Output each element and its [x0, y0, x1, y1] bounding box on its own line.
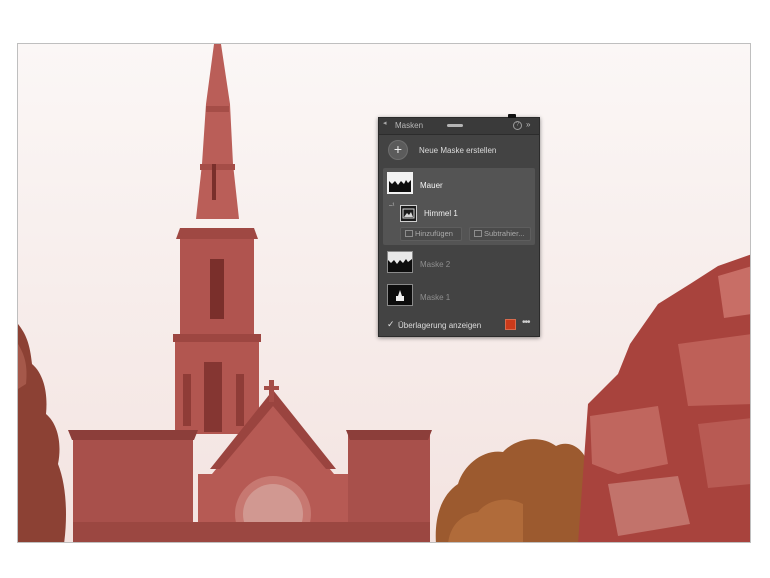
mask-row-maske-2[interactable]: Maske 2 — [383, 248, 535, 278]
add-to-mask-button[interactable]: Hinzufügen — [400, 227, 462, 241]
mask-component-thumbnail[interactable] — [400, 205, 417, 222]
overlay-toggle-row: ✓ Überlagerung anzeigen ••• — [379, 316, 539, 334]
overlay-checkbox[interactable]: ✓ — [387, 319, 395, 330]
add-mask-icon — [405, 230, 413, 237]
panel-title: Masken — [395, 121, 424, 130]
mask-preview-image — [388, 252, 412, 272]
mask-thumbnail[interactable] — [387, 251, 413, 273]
mask-component-label[interactable]: Himmel 1 — [424, 209, 458, 218]
more-options-icon[interactable]: ••• — [522, 317, 530, 328]
question-circle-icon[interactable]: ? — [513, 121, 522, 130]
add-to-mask-label: Hinzufügen — [415, 229, 453, 238]
overlay-label[interactable]: Überlagerung anzeigen — [398, 321, 481, 330]
drag-handle[interactable] — [447, 124, 463, 127]
subtract-mask-icon — [474, 230, 482, 237]
subtract-mode-icon: –¹ — [389, 203, 395, 209]
mask-preview-image — [389, 174, 411, 192]
subtract-from-mask-label: Subtrahier... — [484, 229, 525, 238]
mask-thumbnail[interactable] — [387, 284, 413, 306]
mask-row-maske-1[interactable]: Maske 1 — [383, 281, 535, 311]
mask-name-label[interactable]: Maske 1 — [420, 293, 450, 302]
mask-preview-image — [388, 285, 412, 305]
mask-group-mauer[interactable]: Mauer –¹ Himmel 1 Hinzufügen Subtrahier.… — [383, 168, 535, 245]
overlay-color-swatch[interactable] — [505, 319, 516, 330]
masks-panel: ◂ Masken ? » + Neue Maske erstellen Maue… — [378, 114, 540, 337]
new-mask-button[interactable]: + — [388, 140, 408, 160]
new-mask-label[interactable]: Neue Maske erstellen — [419, 146, 496, 155]
mask-name-label[interactable]: Mauer — [420, 181, 443, 190]
collapse-arrow-icon[interactable]: ◂ — [383, 120, 391, 128]
mask-thumbnail-mauer[interactable] — [387, 172, 413, 194]
panel-titlebar[interactable]: ◂ Masken ? » — [379, 118, 539, 135]
new-mask-row[interactable]: + Neue Maske erstellen — [379, 135, 539, 167]
subtract-from-mask-button[interactable]: Subtrahier... — [469, 227, 531, 241]
double-chevron-right-icon[interactable]: » — [526, 120, 530, 130]
sky-component-icon — [402, 208, 415, 219]
mask-name-label[interactable]: Maske 2 — [420, 260, 450, 269]
